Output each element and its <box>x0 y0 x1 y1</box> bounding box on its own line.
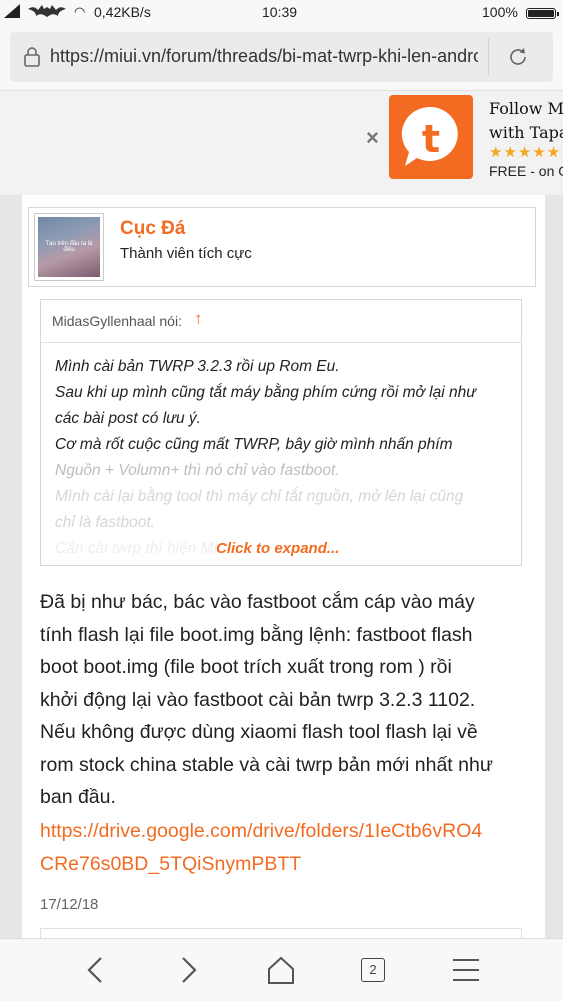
wifi-icon: ◠ <box>74 4 86 19</box>
quote-header: MidasGyllenhaal nói: ↑ <box>41 300 521 343</box>
forward-icon[interactable] <box>170 952 206 988</box>
post-author-box: Tạo trên đầu ta là điều Cục Đá Thành viê… <box>28 207 536 287</box>
url-text[interactable]: https://miui.vn/forum/threads/bi-mat-twr… <box>50 46 478 67</box>
lock-icon <box>24 47 40 67</box>
rating-stars: ★★★★★ <box>489 144 562 161</box>
reload-icon[interactable] <box>507 46 529 68</box>
svg-text:t: t <box>422 117 440 161</box>
post-body: Đã bị như bác, bác vào fastboot cắm cáp … <box>40 591 493 808</box>
arrow-up-icon[interactable]: ↑ <box>194 309 203 329</box>
menu-icon[interactable] <box>448 952 484 988</box>
divider <box>488 38 489 76</box>
thread-content: Tạo trên đầu ta là điều Cục Đá Thành viê… <box>0 195 563 948</box>
tab-count: 2 <box>361 958 385 982</box>
clock: 10:39 <box>262 4 298 20</box>
signal-icon <box>4 4 20 18</box>
tapatalk-bubble-icon: t <box>401 106 458 166</box>
banner-price: FREE - on Google Play <box>489 163 563 179</box>
back-icon[interactable] <box>78 952 114 988</box>
quote-author: MidasGyllenhaal nói: <box>52 313 182 329</box>
network-speed: 0,42KB/s <box>94 4 151 20</box>
bat-logo-icon <box>28 5 66 17</box>
avatar-image: Tạo trên đầu ta là điều <box>38 217 100 277</box>
battery-icon <box>526 8 559 19</box>
expand-quote-link[interactable]: Click to expand... <box>216 540 339 557</box>
tapatalk-logo[interactable]: t <box>389 95 473 179</box>
browser-bottom-nav: 2 <box>0 938 563 1001</box>
battery-percent: 100% <box>482 4 518 20</box>
post-date: 17/12/18 <box>40 896 99 913</box>
banner-title: Follow MIUI with Tapatalk <box>489 99 563 142</box>
status-bar: ◠ 0,42KB/s 10:39 100% <box>0 0 563 26</box>
close-icon[interactable]: × <box>366 125 379 151</box>
tabs-button[interactable]: 2 <box>361 958 397 994</box>
quote-block: MidasGyllenhaal nói: ↑ Mình cài bản TWRP… <box>40 299 522 566</box>
address-bar[interactable]: https://miui.vn/forum/threads/bi-mat-twr… <box>10 32 553 82</box>
quote-body: Mình cài bản TWRP 3.2.3 rồi up Rom Eu. S… <box>55 358 477 557</box>
browser-toolbar: https://miui.vn/forum/threads/bi-mat-twr… <box>0 26 563 90</box>
avatar[interactable]: Tạo trên đầu ta là điều <box>34 213 104 281</box>
app-promo-banner[interactable]: × t Follow MIUI with Tapatalk ★★★★★ FREE… <box>0 90 563 196</box>
home-icon[interactable] <box>263 952 299 988</box>
drive-link[interactable]: https://drive.google.com/drive/folders/1… <box>40 815 482 880</box>
post-card: Tạo trên đầu ta là điều Cục Đá Thành viê… <box>22 195 545 948</box>
author-title: Thành viên tích cực <box>120 245 252 262</box>
author-name[interactable]: Cục Đá <box>120 218 185 240</box>
